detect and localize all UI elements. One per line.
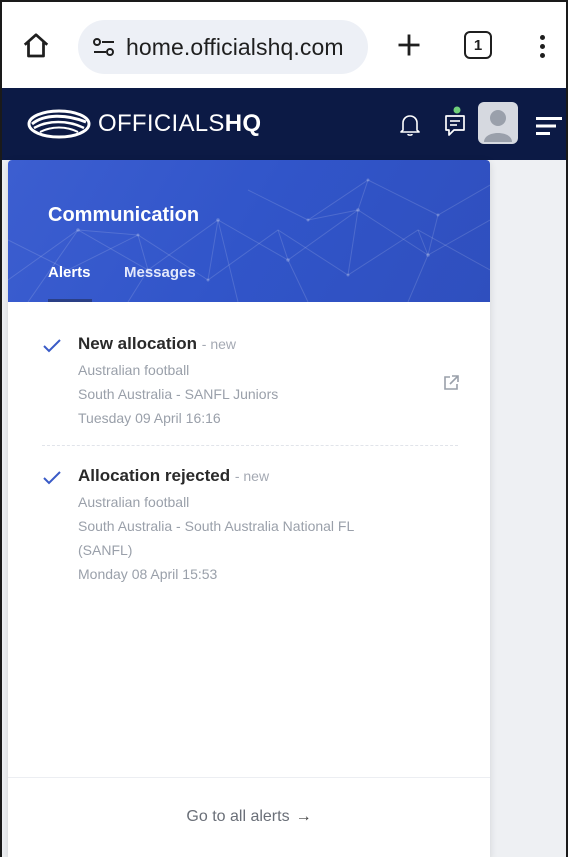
brand-name: OFFICIALSHQ: [98, 110, 261, 138]
active-tab-indicator: [48, 299, 92, 302]
alert-sport: Australian football: [78, 362, 190, 378]
alert-timestamp: Monday 08 April 15:53: [78, 566, 218, 582]
alert-sport: Australian football: [78, 494, 190, 510]
alert-status: - new: [234, 468, 270, 484]
alert-competition: South Australia - SANFL Juniors: [78, 386, 279, 402]
alert-competition: South Australia - South Australia Nation…: [78, 518, 355, 534]
site-settings-icon[interactable]: [92, 36, 118, 58]
arrow-right-icon: →: [295, 808, 312, 825]
alert-competition-continued: (SANFL): [78, 542, 133, 558]
tab-switcher-button[interactable]: 1: [464, 31, 492, 59]
url-text: home.officialshq.com: [126, 33, 344, 60]
browser-menu-button[interactable]: [530, 28, 554, 64]
panel-title: Communication: [48, 204, 200, 226]
footer-divider: [8, 777, 490, 778]
officialshq-logo-icon[interactable]: [26, 106, 92, 142]
browser-toolbar: home.officialshq.com 1: [2, 2, 566, 88]
home-icon: [23, 33, 49, 58]
message-icon[interactable]: [442, 106, 468, 138]
alert-status: - new: [201, 336, 236, 352]
tab-alerts[interactable]: Alerts: [48, 264, 91, 281]
alert-title-text: Allocation rejected: [78, 466, 231, 485]
kebab-dot: [539, 52, 545, 58]
brand-bold: HQ: [224, 110, 262, 137]
kebab-dot: [539, 43, 545, 49]
footer-link-text: Go to all alerts: [186, 808, 290, 825]
panel-header: Communication Alerts Messages: [8, 160, 490, 302]
brand-light: OFFICIALS: [98, 110, 225, 137]
avatar[interactable]: [478, 102, 518, 144]
check-icon[interactable]: [42, 338, 62, 354]
alert-title: New allocation - new: [78, 334, 236, 354]
address-bar[interactable]: home.officialshq.com: [78, 20, 368, 74]
hamburger-menu-icon[interactable]: [534, 114, 564, 138]
alert-title-text: New allocation: [78, 334, 198, 353]
tab-messages[interactable]: Messages: [124, 264, 196, 281]
communication-panel: Communication Alerts Messages New alloca…: [8, 160, 490, 857]
alert-timestamp: Tuesday 09 April 16:16: [78, 410, 221, 426]
home-button[interactable]: [18, 28, 54, 64]
user-icon: [484, 110, 512, 142]
screen: home.officialshq.com 1 OFFICIALSHQ Commu…: [0, 0, 568, 857]
check-icon[interactable]: [42, 470, 62, 486]
new-tab-button[interactable]: [390, 26, 428, 64]
go-to-all-alerts-link[interactable]: Go to all alerts →: [8, 808, 490, 826]
notification-dot: [453, 106, 461, 114]
alert-divider: [42, 445, 458, 446]
kebab-dot: [539, 34, 545, 40]
external-link-icon[interactable]: [442, 374, 460, 392]
alert-title: Allocation rejected - new: [78, 466, 269, 486]
app-header: OFFICIALSHQ: [2, 88, 566, 160]
plus-icon: [398, 34, 420, 56]
bell-icon[interactable]: [398, 112, 422, 138]
